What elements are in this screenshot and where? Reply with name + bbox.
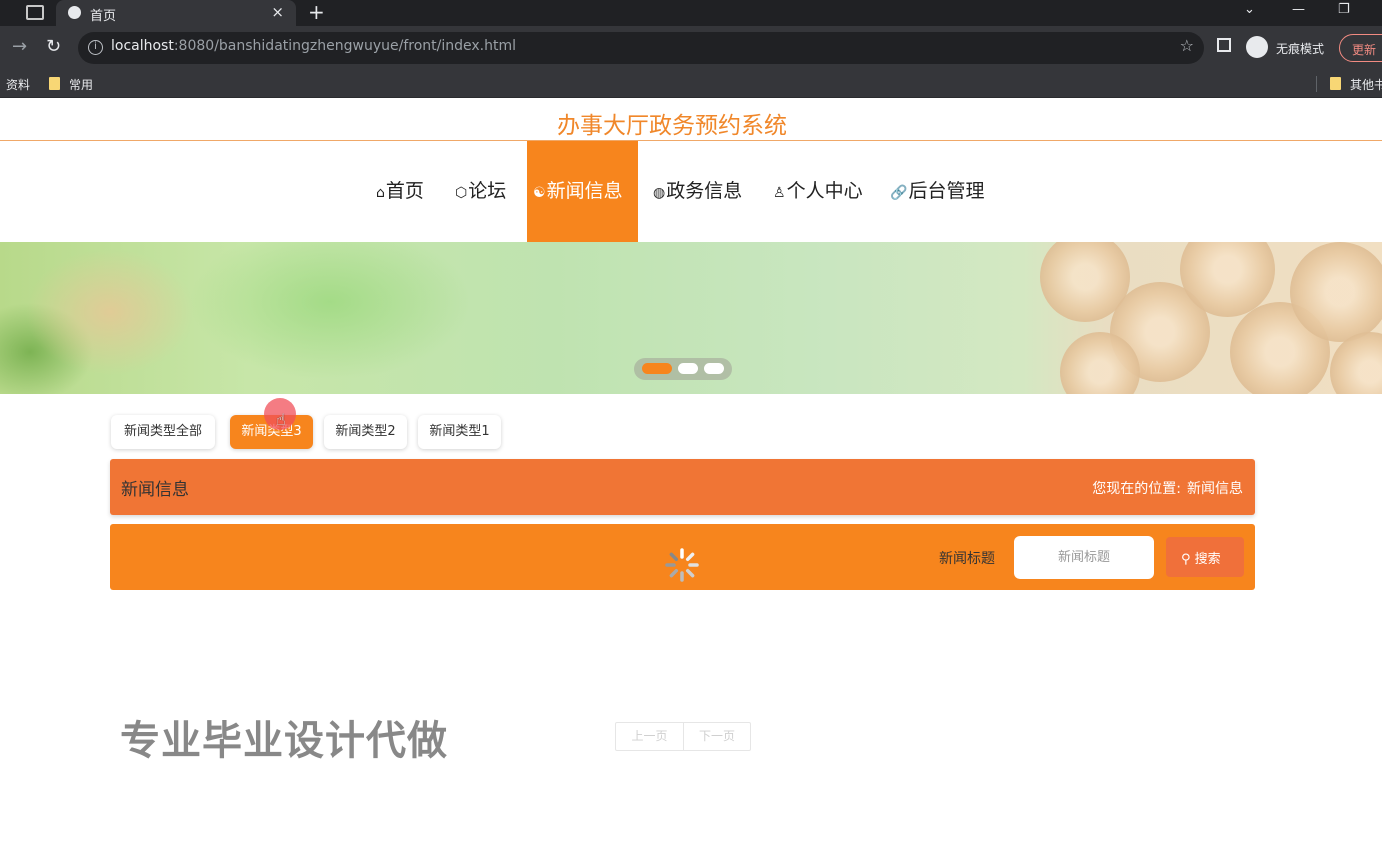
carousel-dot[interactable] <box>642 363 672 374</box>
bookmark-item[interactable]: 资料 <box>6 76 30 93</box>
bookmarks-bar: 资料 常用 其他书签 <box>0 70 1382 98</box>
hand-cursor-icon: ☝ <box>276 410 286 429</box>
incognito-icon[interactable] <box>1246 36 1268 58</box>
site-header: 办事大厅政务预约系统 <box>0 98 1382 141</box>
section-header: 新闻信息 您现在的位置: 新闻信息 <box>110 459 1255 515</box>
cube-icon: ⬡ <box>455 185 468 201</box>
globe-icon: ◍ <box>653 185 666 201</box>
bookmark-folder[interactable]: 常用 <box>69 76 93 93</box>
category-1-button[interactable]: 新闻类型1 <box>418 415 501 449</box>
other-bookmarks[interactable]: 其他书签 <box>1350 76 1382 93</box>
forward-arrow-icon[interactable]: → <box>12 36 27 57</box>
browser-tabbar: 首页 × + ⌄ — ❐ <box>0 0 1382 26</box>
nav-item-forum[interactable]: ⬡论坛 <box>455 141 506 242</box>
side-panel-icon[interactable] <box>1217 38 1231 52</box>
address-bar[interactable]: i localhost:8080/banshidatingzhengwuyue/… <box>78 32 1204 64</box>
search-label: 新闻标题 <box>939 551 995 567</box>
update-button[interactable]: 更新 <box>1339 34 1382 62</box>
globe-icon <box>68 6 81 19</box>
incognito-label[interactable]: 无痕模式 <box>1276 40 1324 57</box>
nav-item-home[interactable]: ⌂首页 <box>376 141 424 242</box>
search-icon: ⚲ <box>1181 552 1195 567</box>
carousel-dot[interactable] <box>678 363 698 374</box>
carousel-dot[interactable] <box>704 363 724 374</box>
next-page-button[interactable]: 下一页 <box>683 723 750 750</box>
close-tab-icon[interactable]: × <box>271 3 284 21</box>
bookmark-star-icon[interactable]: ☆ <box>1180 36 1194 55</box>
browser-toolbar: → ↻ i localhost:8080/banshidatingzhengwu… <box>0 26 1382 70</box>
main-nav: ⌂首页 ⬡论坛 ☯新闻信息 ◍政务信息 ♙个人中心 🔗后台管理 <box>0 141 1382 242</box>
info-icon[interactable]: i <box>88 40 103 55</box>
nav-item-news[interactable]: ☯新闻信息 <box>527 141 638 242</box>
browser-tab[interactable]: 首页 × <box>56 0 296 26</box>
banner-carousel[interactable] <box>0 242 1382 394</box>
carousel-indicators <box>634 358 732 380</box>
palette-icon: ☯ <box>533 185 546 201</box>
bookmark-divider <box>1316 76 1317 92</box>
tab-search-icon[interactable] <box>26 5 44 20</box>
category-2-button[interactable]: 新闻类型2 <box>324 415 407 449</box>
watermark-text: 专业毕业设计代做 <box>120 718 448 764</box>
breadcrumb: 您现在的位置: 新闻信息 <box>1092 481 1243 497</box>
minimize-icon[interactable]: — <box>1292 2 1305 17</box>
nav-item-government[interactable]: ◍政务信息 <box>653 141 742 242</box>
banner-image-rose <box>1290 242 1382 342</box>
category-all-button[interactable]: 新闻类型全部 <box>111 415 215 449</box>
home-icon: ⌂ <box>376 185 385 201</box>
loading-spinner-icon <box>665 548 699 582</box>
url-text[interactable]: localhost:8080/banshidatingzhengwuyue/fr… <box>111 38 516 54</box>
pagination: 上一页 下一页 <box>615 722 751 751</box>
nav-item-profile[interactable]: ♙个人中心 <box>773 141 863 242</box>
tab-title: 首页 <box>90 9 117 24</box>
section-title: 新闻信息 <box>121 480 189 500</box>
folder-icon <box>49 77 60 90</box>
search-bar: 新闻标题 ⚲ 搜索 <box>110 524 1255 590</box>
folder-icon <box>1330 77 1341 90</box>
restore-icon[interactable]: ❐ <box>1338 2 1350 17</box>
search-input[interactable] <box>1014 536 1154 579</box>
chevron-down-icon[interactable]: ⌄ <box>1244 2 1255 17</box>
search-button[interactable]: ⚲ 搜索 <box>1166 537 1244 577</box>
new-tab-icon[interactable]: + <box>308 0 325 24</box>
nav-item-admin[interactable]: 🔗后台管理 <box>890 141 984 242</box>
link-icon: 🔗 <box>890 185 908 201</box>
user-icon: ♙ <box>773 185 786 201</box>
site-title: 办事大厅政务预约系统 <box>557 113 787 139</box>
prev-page-button[interactable]: 上一页 <box>616 723 683 750</box>
reload-icon[interactable]: ↻ <box>46 36 61 57</box>
